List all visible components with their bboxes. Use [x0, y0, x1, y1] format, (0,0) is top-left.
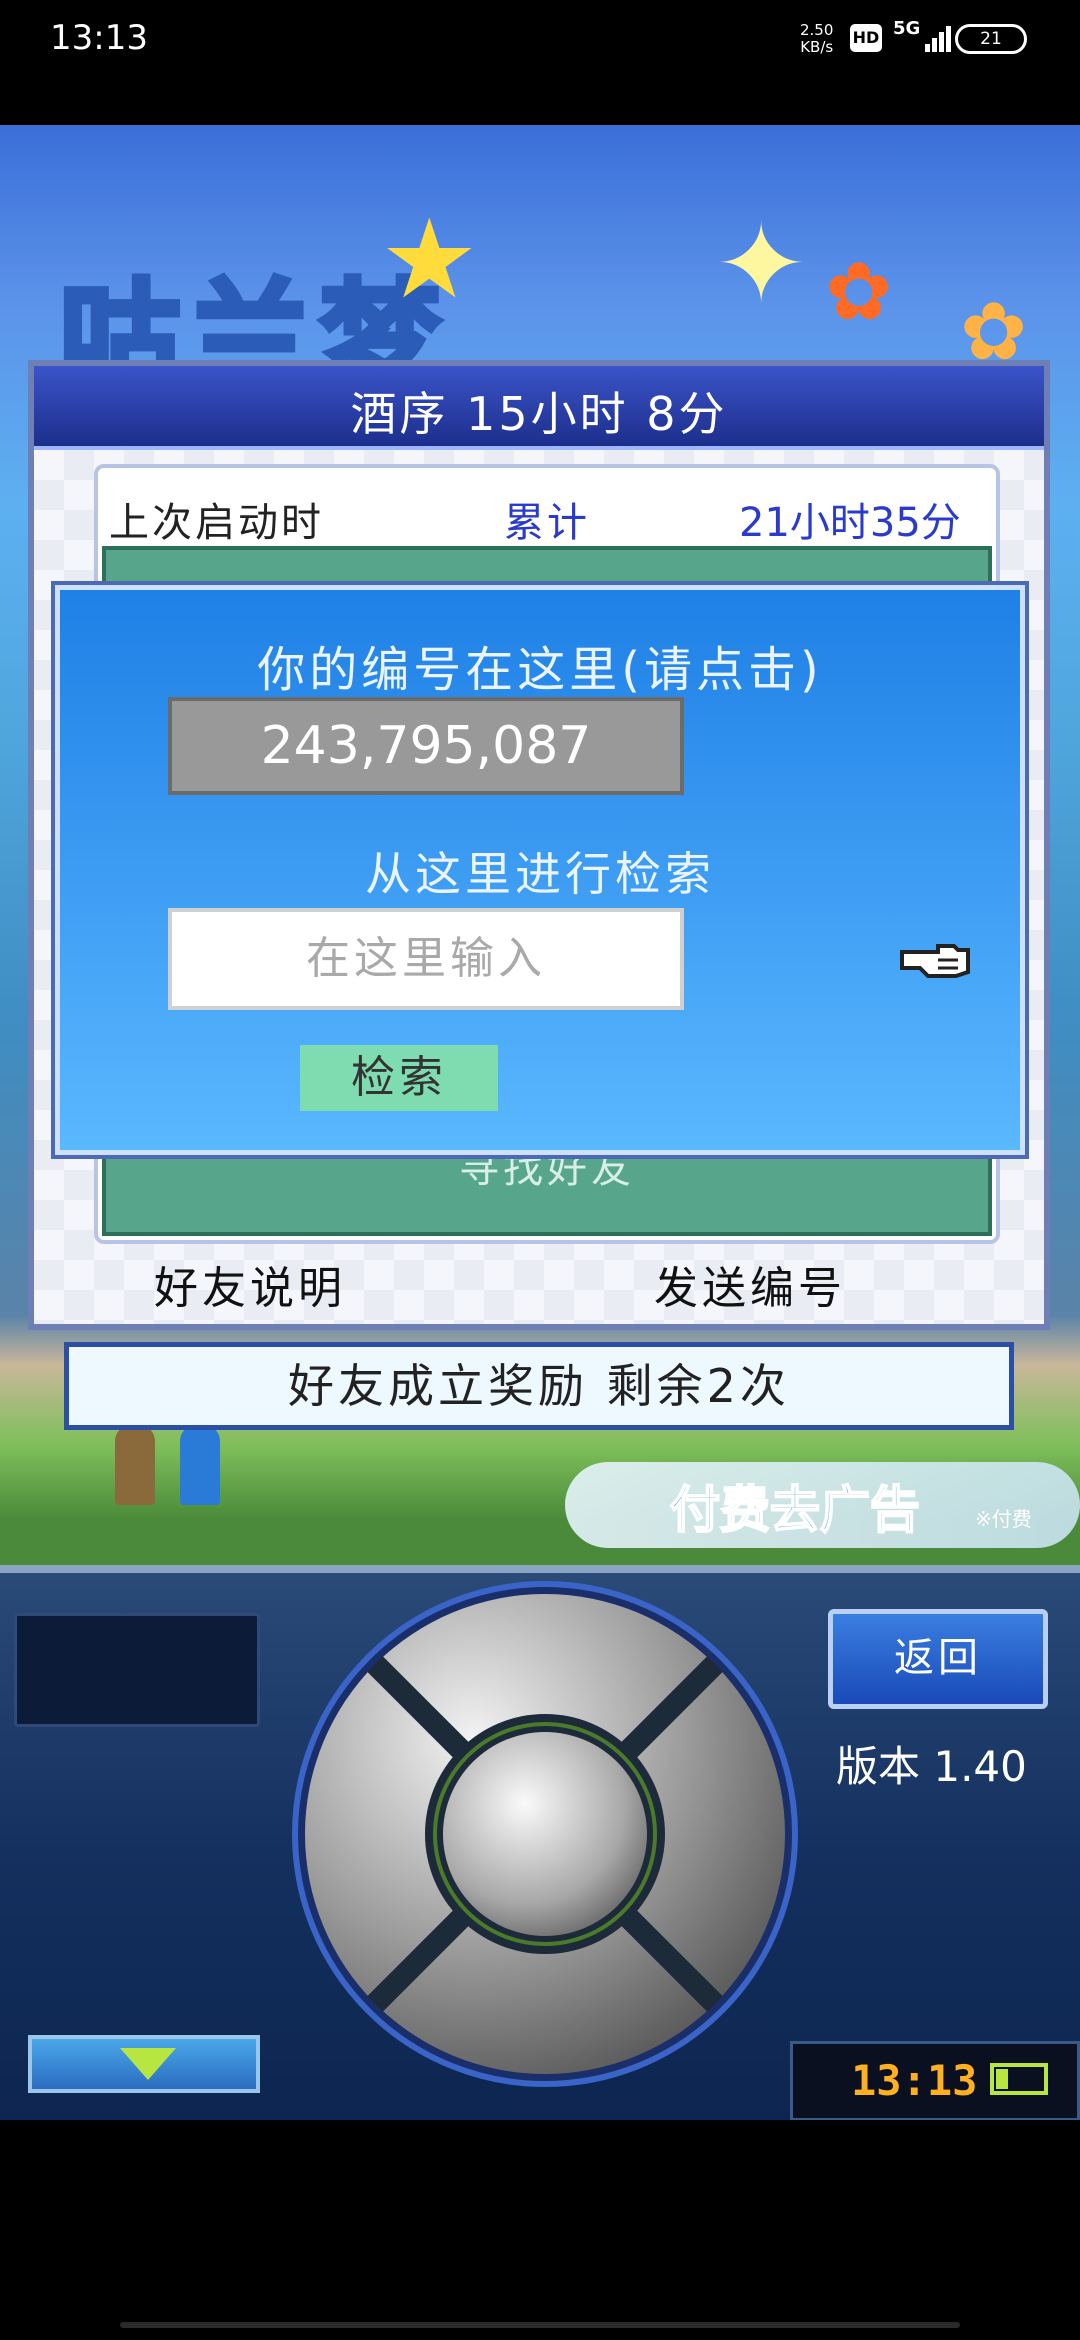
player-id-box[interactable]: 243,795,087	[168, 697, 684, 795]
hd-icon: HD	[850, 24, 882, 52]
nav-gesture-bar[interactable]	[120, 2322, 960, 2328]
total-label: 累计	[504, 500, 590, 546]
network-type: 5G	[893, 18, 921, 39]
status-bar: 13:13 2.50 KB/s HD 5G 21	[0, 0, 1080, 125]
search-button[interactable]: 检索	[300, 1045, 498, 1111]
sparkle-icon: ✦	[715, 200, 808, 328]
friend-info-button[interactable]: 好友说明	[154, 1252, 346, 1316]
pointing-hand-icon	[900, 944, 970, 978]
game-battery-fill	[996, 2069, 1008, 2089]
status-time: 13:13	[50, 18, 148, 58]
bottom-area	[0, 2120, 1080, 2340]
friend-bonus-bar: 好友成立奖励 剩余2次	[64, 1342, 1014, 1430]
menu-slot	[14, 1613, 260, 1727]
remove-ads-small: ※付费	[975, 1507, 1032, 1531]
down-arrow-icon	[120, 2048, 176, 2080]
character-sprite	[180, 1425, 220, 1505]
panel-titlebar: 酒序 15小时 8分	[34, 366, 1044, 450]
panel-title: 酒序 15小时 8分	[350, 387, 728, 441]
flower-icon: ✿	[825, 245, 893, 338]
network-speed: 2.50 KB/s	[800, 21, 834, 56]
controller-area: 返回 版本 1.40 13:13	[0, 1565, 1080, 2128]
version-label: 版本 1.40	[836, 1742, 1027, 1791]
total-value: 21小时35分	[739, 500, 961, 546]
id-dialog: 你的编号在这里(请点击) 243,795,087 从这里进行检索 在这里输入 检…	[55, 585, 1025, 1155]
last-launch-label: 上次启动时	[109, 500, 324, 546]
dpad-control[interactable]	[290, 1579, 800, 2089]
remove-ads-label: 付费去广告	[669, 1480, 921, 1540]
character-sprite	[115, 1425, 155, 1505]
back-button[interactable]: 返回	[828, 1609, 1048, 1709]
search-input[interactable]: 在这里输入	[168, 908, 684, 1010]
dialog-title: 你的编号在这里(请点击)	[257, 642, 823, 698]
star-icon: ★	[380, 195, 479, 323]
search-prompt: 从这里进行检索	[365, 847, 715, 901]
battery-icon: 21	[955, 24, 1027, 54]
send-id-button[interactable]: 发送编号	[654, 1252, 846, 1316]
